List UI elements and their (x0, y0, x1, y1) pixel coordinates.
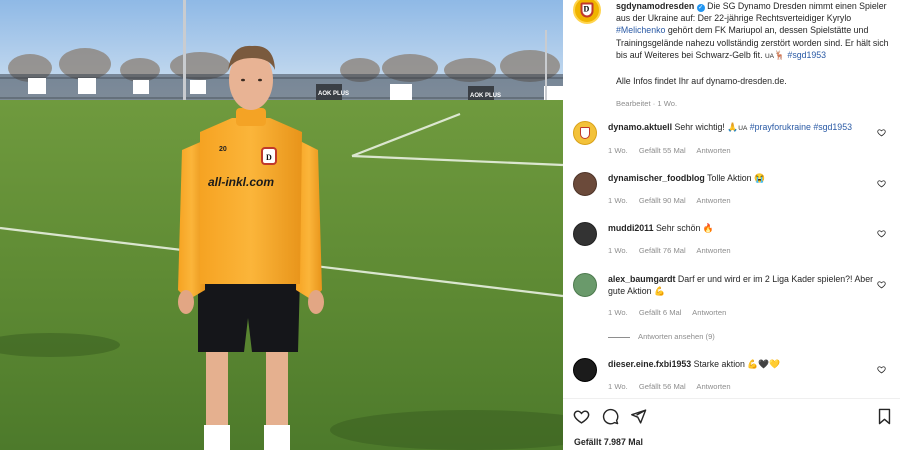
view-replies-label: Antworten ansehen (9) (638, 332, 715, 341)
comment-likes[interactable]: Gefällt 6 Mal (639, 308, 682, 317)
verified-icon: ✓ (696, 4, 705, 12)
comment-meta: 1 Wo. Gefällt 6 Mal Antworten (608, 308, 735, 317)
share-icon[interactable] (630, 408, 647, 425)
comment-avatar[interactable] (573, 273, 597, 297)
heart-icon[interactable] (877, 280, 886, 289)
comment-text: Starke aktion (693, 359, 745, 369)
like-heart-icon[interactable] (573, 408, 590, 425)
ukraine-flag-icon: UA (738, 125, 748, 132)
comment-username[interactable]: alex_baumgardt (608, 274, 675, 284)
comment-likes[interactable]: Gefällt 56 Mal (639, 382, 686, 391)
comment-body: muddi2011 Sehr schön 🔥 (608, 222, 878, 234)
comment-meta: 1 Wo. Gefällt 76 Mal Antworten (608, 246, 740, 255)
comment-username[interactable]: dynamischer_foodblog (608, 173, 705, 183)
shirt-sponsor-text: all-inkl.com (208, 175, 274, 189)
comment-meta: 1 Wo. Gefällt 56 Mal Antworten (608, 382, 740, 391)
view-replies-button[interactable]: Antworten ansehen (9) (608, 332, 715, 341)
comment-avatar[interactable] (573, 358, 597, 382)
comment-time: 1 Wo. (608, 146, 628, 155)
dynamo-crest-icon: D (580, 2, 594, 18)
heart-icon[interactable] (877, 229, 886, 238)
comment-username[interactable]: muddi2011 (608, 223, 653, 233)
comment-body: dieser.eine.fxbi1953 Starke aktion 💪🖤💛 (608, 358, 878, 370)
comment-time: 1 Wo. (608, 308, 628, 317)
comment-username[interactable]: dynamo.aktuell (608, 122, 672, 132)
comment-text: Tolle Aktion (707, 173, 752, 183)
shirt-number: 20 (219, 146, 227, 153)
comment-meta: 1 Wo. Gefällt 90 Mal Antworten (608, 196, 740, 205)
comment-body: dynamischer_foodblog Tolle Aktion 😭 (608, 172, 878, 184)
praying-hands-icon: 🙏 (727, 122, 739, 132)
crying-face-icon: 😭 (754, 173, 765, 183)
fire-icon: 🔥 (702, 223, 714, 233)
comment-reply-button[interactable]: Antworten (696, 246, 730, 255)
comment-likes[interactable]: Gefällt 90 Mal (639, 196, 686, 205)
comment-reply-button[interactable]: Antworten (692, 308, 726, 317)
caption-edited-meta: Bearbeitet · 1 Wo. (616, 99, 678, 109)
heart-icon[interactable] (877, 365, 886, 374)
comment-reply-button[interactable]: Antworten (696, 196, 730, 205)
heart-icon[interactable] (877, 179, 886, 188)
comment-avatar[interactable] (573, 222, 597, 246)
total-likes[interactable]: Gefällt 7.987 Mal (574, 437, 643, 447)
comment-time: 1 Wo. (608, 246, 628, 255)
crest-letter: D (583, 4, 590, 14)
replies-divider-line (608, 336, 630, 338)
biceps-heart-icons: 💪🖤💛 (747, 359, 781, 369)
post-actions (573, 408, 656, 425)
comment-reply-button[interactable]: Antworten (696, 382, 730, 391)
comment-username[interactable]: dieser.eine.fxbi1953 (608, 359, 691, 369)
comment-likes[interactable]: Gefällt 55 Mal (639, 146, 686, 155)
post-photo[interactable]: AOK PLUS AOK PLUS 20 D all-inkl.com (0, 0, 563, 450)
post-author-avatar[interactable]: D (573, 0, 601, 24)
comment-meta: 1 Wo. Gefällt 55 Mal Antworten (608, 146, 740, 155)
comment-text: Sehr schön (655, 223, 701, 233)
comment-avatar[interactable] (573, 121, 597, 145)
heart-icon[interactable] (877, 128, 886, 137)
deer-emoji-icon: 🦌 (774, 49, 785, 60)
board-text-2: AOK PLUS (470, 93, 501, 99)
comment-text: Sehr wichtig! (674, 122, 728, 132)
shirt-crest-letter: D (266, 153, 272, 162)
ukraine-flag-icon: UA (764, 52, 774, 60)
caption-hashtag-melichenko[interactable]: #Melichenko (616, 25, 665, 35)
flexed-biceps-icon: 💪 (653, 286, 665, 296)
caption-part-3: Alle Infos findet Ihr auf dynamo-dresden… (616, 76, 787, 87)
comment-body: dynamo.aktuell Sehr wichtig! 🙏UA #prayfo… (608, 121, 878, 135)
post-image: AOK PLUS AOK PLUS 20 D all-inkl.com (0, 0, 563, 450)
comment-body: alex_baumgardt Darf er und wird er im 2 … (608, 273, 878, 297)
comment-likes[interactable]: Gefällt 76 Mal (639, 246, 686, 255)
dynamo-crest-icon (580, 127, 590, 139)
comment-time: 1 Wo. (608, 196, 628, 205)
action-divider (563, 398, 900, 399)
post-username[interactable]: sgdynamodresden (616, 1, 694, 11)
comment-time: 1 Wo. (608, 382, 628, 391)
board-text-1: AOK PLUS (318, 91, 349, 97)
comment-reply-button[interactable]: Antworten (696, 146, 730, 155)
bookmark-icon[interactable] (877, 408, 892, 425)
caption-hashtag-sgd1953[interactable]: #sgd1953 (787, 50, 826, 60)
comment-avatar[interactable] (573, 172, 597, 196)
caption-text: sgdynamodresden ✓ Die SG Dynamo Dresden … (616, 0, 900, 110)
post-sidebar: D sgdynamodresden ✓ Die SG Dynamo Dresde… (563, 0, 900, 450)
comment-icon[interactable] (602, 408, 619, 425)
comment-hashtags[interactable]: #prayforukraine #sgd1953 (750, 122, 852, 132)
